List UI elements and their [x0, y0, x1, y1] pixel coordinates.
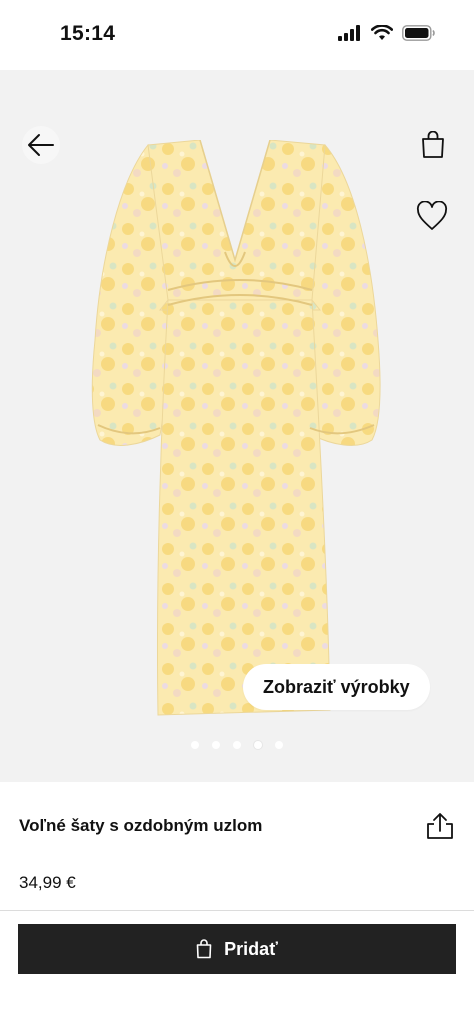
- top-navigation: [0, 70, 474, 180]
- add-to-cart-button[interactable]: Pridať: [18, 924, 456, 974]
- back-button[interactable]: [22, 126, 60, 164]
- pagination-dot[interactable]: [212, 741, 220, 749]
- battery-icon: [402, 25, 435, 41]
- status-time: 15:14: [60, 22, 116, 45]
- pagination-dot-active[interactable]: [254, 741, 262, 749]
- shopping-bag-icon: [422, 131, 444, 158]
- status-icons: [338, 25, 436, 41]
- show-products-button[interactable]: Zobraziť výrobky: [243, 664, 430, 710]
- divider: [0, 910, 474, 911]
- share-button[interactable]: [424, 810, 456, 842]
- product-info: Voľné šaty s ozdobným uzlom 34,99 €: [0, 782, 474, 912]
- image-pagination: [0, 741, 474, 749]
- status-bar: 15:14: [0, 0, 474, 70]
- shopping-bag-icon: [196, 939, 212, 959]
- heart-icon: [416, 201, 448, 230]
- pagination-dot[interactable]: [275, 741, 283, 749]
- wifi-icon: [371, 25, 393, 40]
- arrow-left-icon: [28, 134, 54, 156]
- cart-button[interactable]: [414, 126, 452, 164]
- product-gallery[interactable]: Zobraziť výrobky: [0, 70, 474, 782]
- product-price: 34,99 €: [19, 873, 76, 892]
- wishlist-button[interactable]: [414, 198, 450, 234]
- pagination-dot[interactable]: [233, 741, 241, 749]
- pagination-dot[interactable]: [191, 741, 199, 749]
- product-title: Voľné šaty s ozdobným uzlom: [19, 816, 263, 835]
- signal-icon: [338, 25, 360, 41]
- share-icon: [427, 813, 453, 839]
- add-to-cart-label: Pridať: [224, 938, 278, 959]
